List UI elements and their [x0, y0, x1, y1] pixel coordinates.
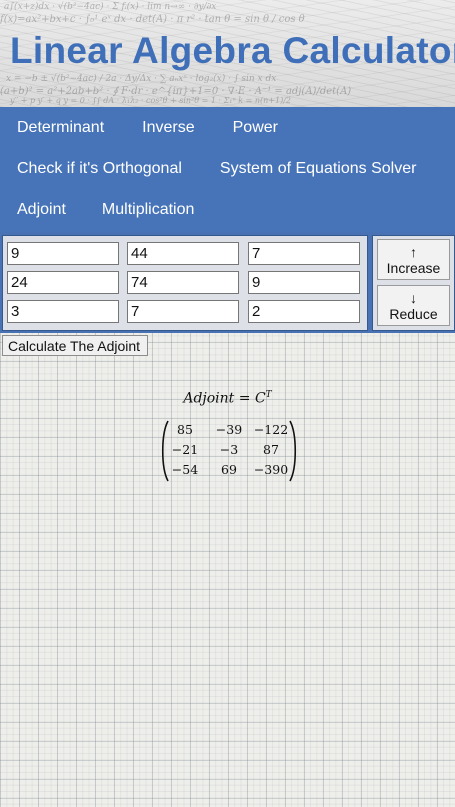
adjoint-cell-1-1: −3 [219, 442, 239, 457]
reduce-size-button[interactable]: ↓ Reduce [377, 285, 450, 326]
operation-nav: Determinant Inverse Power Check if it's … [0, 107, 455, 233]
reduce-label: Reduce [389, 305, 438, 322]
matrix-cell-0-0[interactable] [7, 242, 119, 265]
result-label: Adjoint [183, 390, 235, 407]
background-formula: f(x)=ax²+bx+c · ∫₀¹ eˣ dx · det(A) · π r… [0, 14, 305, 25]
nav-item-orthogonal[interactable]: Check if it's Orthogonal [0, 148, 199, 189]
background-formula: a∫(x+z)dx · √(b²−4ac) · Σ fᵢ(x) · lim n→… [4, 2, 217, 12]
arrow-up-icon: ↑ [410, 243, 417, 260]
increase-size-button[interactable]: ↑ Increase [377, 239, 450, 280]
matrix-cell-1-1[interactable] [127, 271, 239, 294]
nav-item-determinant[interactable]: Determinant [0, 107, 121, 148]
result-superscript: T [265, 390, 272, 400]
matrix-cell-1-0[interactable] [7, 271, 119, 294]
adjoint-cell-2-0: −54 [171, 462, 199, 477]
nav-row: Determinant Inverse Power [0, 107, 295, 148]
adjoint-cell-0-1: −39 [215, 422, 243, 437]
matrix-cell-0-1[interactable] [127, 242, 239, 265]
size-controls: ↑ Increase ↓ Reduce [372, 235, 455, 331]
matrix-cell-1-2[interactable] [248, 271, 360, 294]
nav-item-equation-solver[interactable]: System of Equations Solver [199, 148, 434, 189]
matrix-cell-0-2[interactable] [248, 242, 360, 265]
calculate-adjoint-button[interactable]: Calculate The Adjoint [2, 335, 149, 356]
adjoint-matrix: 85 −39 −122 −21 −3 87 −54 69 −390 [160, 420, 298, 482]
result-formula: Adjoint = CT [0, 390, 455, 407]
nav-item-inverse[interactable]: Inverse [121, 107, 211, 148]
adjoint-cell-2-1: 69 [221, 462, 237, 477]
nav-row: Check if it's Orthogonal System of Equat… [0, 148, 433, 189]
nav-row: Adjoint Multiplication [0, 189, 211, 230]
matrix-cell-2-1[interactable] [127, 300, 239, 323]
page-title: Linear Algebra Calculator [10, 30, 455, 71]
arrow-down-icon: ↓ [410, 289, 417, 306]
adjoint-cell-1-0: −21 [171, 442, 199, 457]
adjoint-cell-0-2: −122 [253, 422, 289, 437]
background-formula: y′′ + p y′ + q y = 0 · ∫∫ dA · λ₁λ₂ · co… [10, 96, 291, 105]
nav-item-multiplication[interactable]: Multiplication [83, 189, 211, 230]
header-banner: a∫(x+z)dx · √(b²−4ac) · Σ fᵢ(x) · lim n→… [0, 0, 455, 107]
nav-item-power[interactable]: Power [212, 107, 295, 148]
matrix-panel: ↑ Increase ↓ Reduce [0, 232, 455, 333]
result-base: C [254, 390, 266, 407]
matrix-cell-2-0[interactable] [7, 300, 119, 323]
adjoint-cell-1-2: 87 [263, 442, 279, 457]
adjoint-cell-2-2: −390 [253, 462, 289, 477]
matrix-cell-2-2[interactable] [248, 300, 360, 323]
increase-label: Increase [386, 259, 441, 276]
nav-item-adjoint[interactable]: Adjoint [0, 189, 83, 230]
matrix-input-grid [2, 235, 368, 331]
background-formula: x = −b ± √(b²−4ac) / 2a · Δy/Δx · ∑ aₙxⁿ… [6, 74, 277, 84]
result-equals: = [238, 390, 251, 407]
adjoint-cell-0-0: 85 [177, 422, 193, 437]
